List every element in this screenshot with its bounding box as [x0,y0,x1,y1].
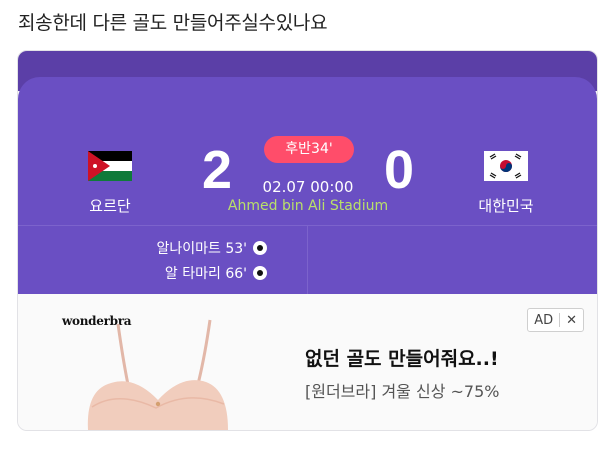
scorer-text: 알나이마트 53' [156,241,247,257]
jordan-flag-icon [88,151,132,181]
bra-product-image[interactable] [78,312,238,430]
scorer-item: 알나이마트 53' [156,238,267,258]
soccer-ball-icon [253,241,267,255]
away-team[interactable]: 대한민국 [446,151,566,216]
korea-flag-icon [484,151,528,181]
ad-headline[interactable]: 없던 골도 만들어줘요..! [305,344,499,371]
match-status-badge: 후반34' [264,136,354,163]
away-team-name: 대한민국 [478,197,534,215]
scorers-section: 알나이마트 53' 알 타마리 66' [18,225,597,294]
ad-label: AD [534,312,554,328]
ad-subtext[interactable]: [원더브라] 겨울 신상 ~75% [305,378,499,402]
match-card[interactable]: 요르단 2 후반34' 0 02.07 00:00 Ahmed bin Ali … [17,50,598,431]
ad-close-icon[interactable]: ✕ [560,313,583,328]
home-team[interactable]: 요르단 [50,151,170,216]
scorer-text: 알 타마리 66' [164,266,247,282]
soccer-ball-icon [253,266,267,280]
post-text: 죄송한데 다른 골도 만들어주실수있나요 [18,12,328,34]
match-datetime: 02.07 00:00 [262,178,354,196]
scorer-item: 알 타마리 66' [165,263,267,283]
score-panel: 요르단 2 후반34' 0 02.07 00:00 Ahmed bin Ali … [18,77,597,225]
scorers-divider [307,226,308,294]
advertisement[interactable]: wonderbra AD ✕ 없던 골도 만들어줘요..! [원더브라] 겨울 … [18,294,597,430]
home-team-name: 요르단 [89,197,131,215]
stadium-name: Ahmed bin Ali Stadium [227,198,389,214]
ad-badge[interactable]: AD ✕ [527,308,584,332]
